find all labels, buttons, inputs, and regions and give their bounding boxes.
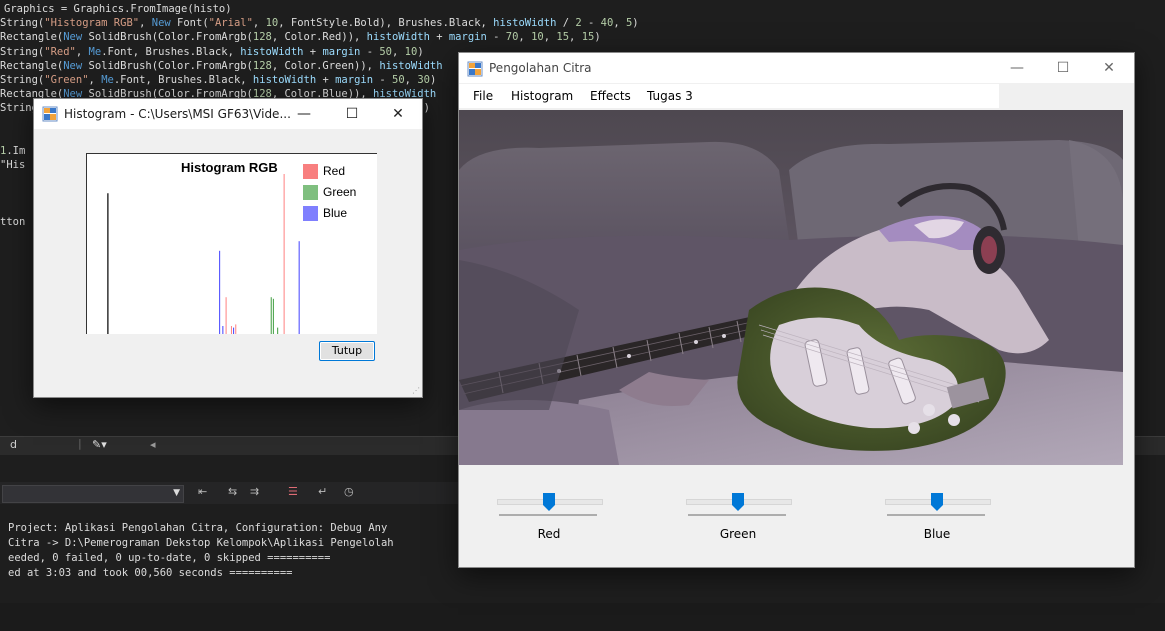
code-line: "His bbox=[0, 159, 26, 172]
slider-thumb[interactable] bbox=[931, 493, 943, 511]
chart-title: Histogram RGB bbox=[181, 160, 278, 175]
histogram-window: Histogram - C:\Users\MSI GF63\Vide... — … bbox=[33, 98, 423, 398]
minimize-button[interactable]: — bbox=[282, 99, 326, 129]
histogram-plot bbox=[107, 174, 300, 334]
legend-swatch bbox=[303, 185, 318, 200]
picture-box bbox=[459, 110, 1123, 465]
close-button[interactable]: ✕ bbox=[1087, 53, 1131, 83]
main-window-title: Pengolahan Citra bbox=[489, 61, 592, 75]
guitar-photo bbox=[459, 110, 1123, 465]
legend-label: Green bbox=[323, 185, 357, 199]
slider-tick bbox=[688, 514, 786, 516]
menu-file[interactable]: File bbox=[473, 89, 493, 103]
editor-toolbar-label: d bbox=[10, 438, 17, 451]
menu-bar: File Histogram Effects Tugas 3 bbox=[459, 84, 999, 108]
green-slider[interactable] bbox=[686, 493, 792, 523]
output-panel: Project: Aplikasi Pengolahan Citra, Conf… bbox=[0, 521, 460, 601]
blue-label: Blue bbox=[923, 527, 951, 541]
legend-swatch bbox=[303, 164, 318, 179]
output-line: Project: Aplikasi Pengolahan Citra, Conf… bbox=[8, 522, 388, 534]
histogram-titlebar[interactable]: Histogram - C:\Users\MSI GF63\Vide... — … bbox=[34, 99, 422, 129]
dropdown-arrow-icon: ▼ bbox=[173, 488, 180, 498]
code-line: String("Green", Me.Font, Brushes.Black, … bbox=[0, 74, 437, 86]
code-line: 1.Im bbox=[0, 145, 26, 157]
brush-tool-icon[interactable]: ✎▾ bbox=[92, 438, 107, 451]
output-line: Citra -> D:\Pemerograman Dekstop Kelompo… bbox=[8, 537, 394, 549]
clear-all-icon[interactable]: ☰ bbox=[288, 485, 298, 498]
scroll-left-icon[interactable]: ◂ bbox=[150, 438, 156, 451]
legend-label: Red bbox=[323, 164, 346, 178]
slider-thumb[interactable] bbox=[732, 493, 744, 511]
app-icon bbox=[42, 106, 58, 122]
slider-thumb[interactable] bbox=[543, 493, 555, 511]
green-label: Green bbox=[719, 527, 757, 541]
output-source-dropdown[interactable]: ▼ bbox=[2, 485, 184, 503]
slider-tick bbox=[887, 514, 985, 516]
next-message-icon[interactable]: ⇉ bbox=[250, 485, 259, 498]
menu-tugas-3[interactable]: Tugas 3 bbox=[647, 89, 693, 103]
clock-icon[interactable]: ◷ bbox=[344, 485, 354, 498]
prev-message-icon[interactable]: ⇆ bbox=[228, 485, 237, 498]
blue-slider[interactable] bbox=[885, 493, 991, 523]
minimize-button[interactable]: — bbox=[995, 53, 1039, 83]
separator: | bbox=[78, 437, 82, 450]
main-titlebar[interactable]: Pengolahan Citra — ☐ ✕ bbox=[459, 53, 1134, 83]
slider-tick bbox=[499, 514, 597, 516]
tutup-button[interactable]: Tutup bbox=[319, 341, 375, 361]
red-slider[interactable] bbox=[497, 493, 603, 523]
histogram-chart: Histogram RGB Red Green Blue bbox=[86, 153, 377, 334]
ide-status-area bbox=[0, 603, 1165, 631]
code-line: Rectangle(New SolidBrush(Color.FromArgb(… bbox=[0, 59, 443, 72]
find-message-icon[interactable]: ⇤ bbox=[198, 485, 207, 498]
menu-effects[interactable]: Effects bbox=[590, 89, 631, 103]
app-icon bbox=[467, 61, 483, 77]
legend-label: Blue bbox=[323, 206, 348, 220]
maximize-button[interactable]: ☐ bbox=[330, 99, 374, 129]
close-button[interactable]: ✕ bbox=[376, 99, 420, 129]
output-line: ed at 3:03 and took 00,560 seconds =====… bbox=[8, 567, 293, 579]
main-window: Pengolahan Citra — ☐ ✕ File Histogram Ef… bbox=[458, 52, 1135, 568]
output-toolbar: ▼ ⇤ ⇆ ⇉ ☰ ↵ ◷ bbox=[0, 482, 460, 504]
maximize-button[interactable]: ☐ bbox=[1041, 53, 1085, 83]
menu-histogram[interactable]: Histogram bbox=[511, 89, 573, 103]
legend-swatch bbox=[303, 206, 318, 221]
code-line: String("Histogram RGB", New Font("Arial"… bbox=[0, 17, 639, 30]
histogram-window-title: Histogram - C:\Users\MSI GF63\Vide... bbox=[64, 107, 291, 121]
code-line: Graphics = Graphics.FromImage(histo) bbox=[4, 3, 232, 15]
word-wrap-icon[interactable]: ↵ bbox=[318, 485, 327, 498]
code-line: String("Red", Me.Font, Brushes.Black, hi… bbox=[0, 45, 424, 58]
code-line: Rectangle(New SolidBrush(Color.FromArgb(… bbox=[0, 31, 601, 44]
red-label: Red bbox=[537, 527, 561, 541]
output-line: eeded, 0 failed, 0 up-to-date, 0 skipped… bbox=[8, 552, 331, 564]
resize-grip-icon[interactable]: ⋰ bbox=[412, 387, 420, 395]
